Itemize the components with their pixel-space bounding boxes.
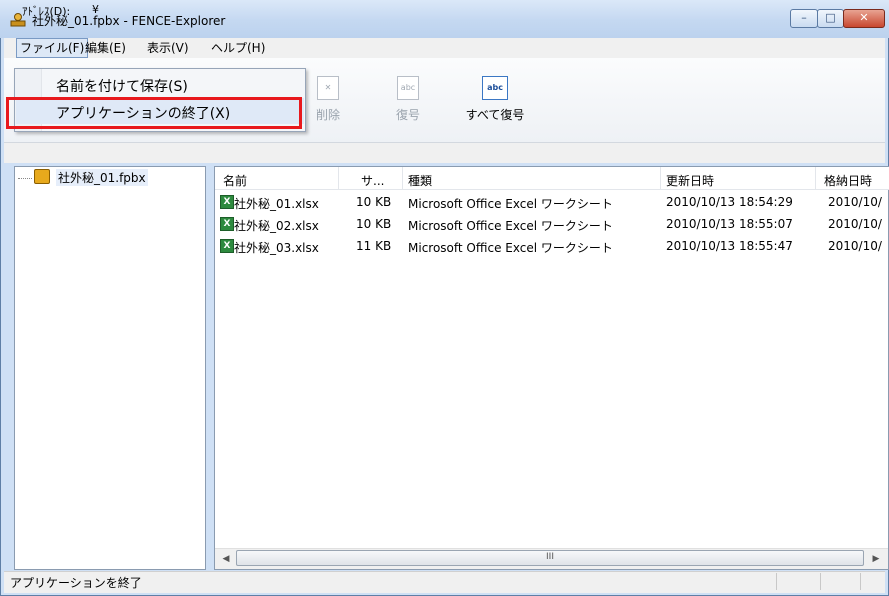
close-button[interactable]: ✕ — [843, 9, 885, 28]
list-header — [215, 167, 889, 190]
column-divider[interactable] — [815, 167, 816, 189]
scroll-left-icon[interactable]: ◀ — [219, 552, 233, 566]
file-stored: 2010/10/ — [828, 195, 882, 209]
maximize-button[interactable]: □ — [817, 9, 844, 28]
file-size: 10 KB — [356, 195, 392, 209]
scrollbar-thumb[interactable]: III — [236, 550, 864, 566]
excel-file-icon: X — [220, 217, 234, 231]
delete-icon: ✕ — [317, 76, 339, 100]
table-row[interactable]: X 社外秘_03.xlsx 11 KB Microsoft Office Exc… — [218, 236, 888, 258]
address-input[interactable]: ¥ — [92, 3, 99, 16]
column-modified[interactable]: 更新日時 — [666, 172, 714, 189]
column-type[interactable]: 種類 — [408, 172, 432, 189]
file-name: 社外秘_01.xlsx — [234, 197, 319, 211]
menu-file[interactable]: ファイル(F) — [16, 38, 89, 58]
menu-item-label: 名前を付けて保存(S) — [56, 79, 188, 95]
excel-file-icon: X — [220, 239, 234, 253]
highlight-box — [6, 97, 302, 129]
decrypt-button[interactable]: abc 復号 — [390, 76, 426, 123]
file-size: 11 KB — [356, 239, 392, 253]
decrypt-label: 復号 — [395, 108, 420, 122]
menu-item-save-as[interactable]: 名前を付けて保存(S) — [16, 71, 304, 97]
column-divider[interactable] — [338, 167, 339, 189]
file-size: 10 KB — [356, 217, 392, 231]
column-name[interactable]: 名前 — [223, 172, 247, 189]
file-type: Microsoft Office Excel ワークシート — [408, 219, 613, 233]
file-modified: 2010/10/13 18:54:29 — [666, 195, 793, 209]
excel-file-icon: X — [220, 195, 234, 209]
decrypt-all-label: すべて復号 — [465, 108, 525, 122]
decrypt-icon: abc — [397, 76, 419, 100]
status-text: アプリケーションを終了 — [10, 576, 142, 590]
file-name: 社外秘_03.xlsx — [234, 241, 319, 255]
tree-item-root[interactable]: 社外秘_01.fpbx — [56, 169, 148, 186]
column-divider[interactable] — [402, 167, 403, 189]
folder-tree[interactable] — [14, 166, 206, 570]
column-divider[interactable] — [660, 167, 661, 189]
delete-label: 削除 — [315, 108, 340, 122]
status-divider — [776, 573, 777, 590]
file-modified: 2010/10/13 18:55:47 — [666, 239, 793, 253]
file-modified: 2010/10/13 18:55:07 — [666, 217, 793, 231]
column-stored[interactable]: 格納日時 — [824, 172, 872, 189]
status-divider — [820, 573, 821, 590]
tree-connector — [18, 178, 32, 179]
file-type: Microsoft Office Excel ワークシート — [408, 197, 613, 211]
column-size[interactable]: サ... — [361, 172, 384, 189]
address-bar — [4, 143, 885, 163]
scroll-right-icon[interactable]: ▶ — [869, 552, 883, 566]
file-stored: 2010/10/ — [828, 217, 882, 231]
menu-view[interactable]: 表示(V) — [144, 39, 192, 57]
status-divider — [860, 573, 861, 590]
menu-help[interactable]: ヘルプ(H) — [208, 39, 268, 57]
decrypt-all-button[interactable]: abc すべて復号 — [450, 76, 540, 123]
decrypt-all-icon: abc — [482, 76, 508, 100]
table-row[interactable]: X 社外秘_02.xlsx 10 KB Microsoft Office Exc… — [218, 214, 888, 236]
minimize-button[interactable]: – — [790, 9, 818, 28]
file-type: Microsoft Office Excel ワークシート — [408, 241, 613, 255]
file-stored: 2010/10/ — [828, 239, 882, 253]
menu-bar: ファイル(F) 編集(E) 表示(V) ヘルプ(H) — [4, 38, 885, 58]
address-label: ｱﾄﾞﾚｽ(D): — [22, 5, 71, 18]
menu-edit[interactable]: 編集(E) — [82, 39, 129, 57]
archive-icon — [34, 169, 50, 184]
table-row[interactable]: X 社外秘_01.xlsx 10 KB Microsoft Office Exc… — [218, 192, 888, 214]
delete-button[interactable]: ✕ 削除 — [308, 76, 348, 123]
file-name: 社外秘_02.xlsx — [234, 219, 319, 233]
